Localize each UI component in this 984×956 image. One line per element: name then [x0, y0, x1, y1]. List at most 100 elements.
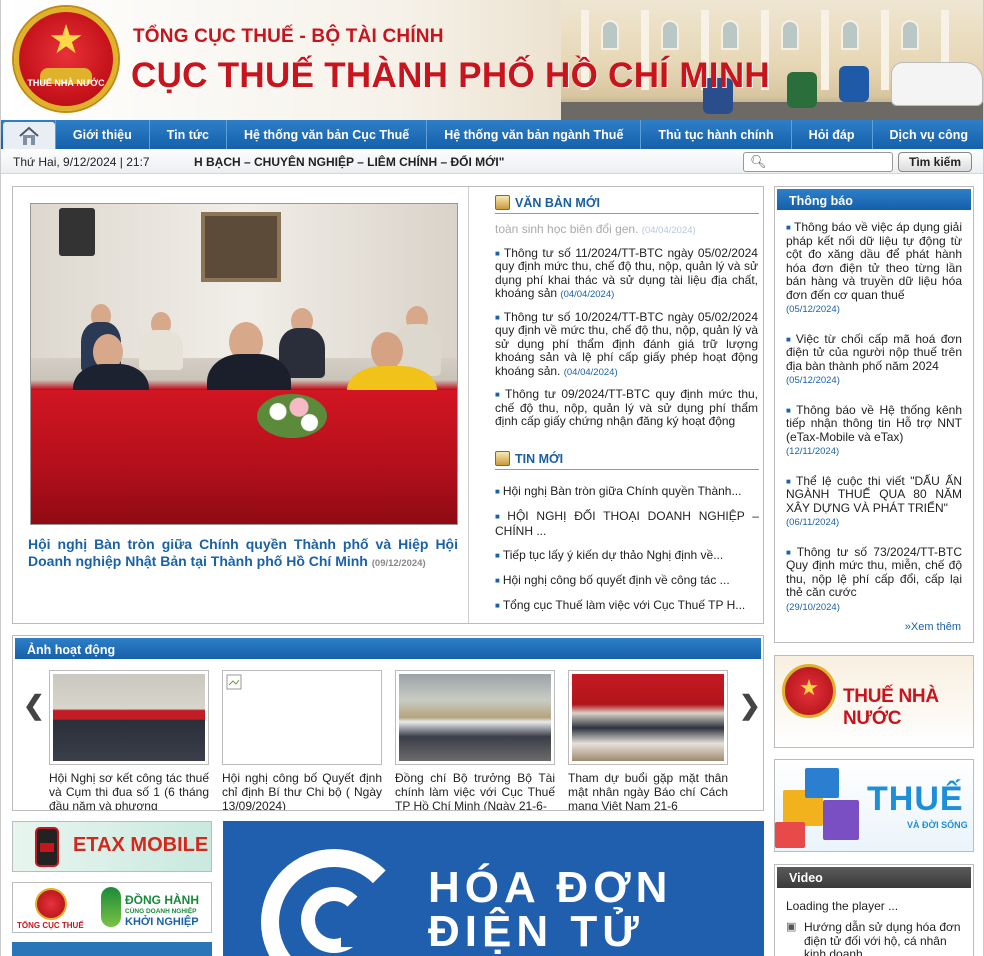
partial-banner[interactable] [12, 942, 212, 956]
gallery-thumbnail[interactable] [568, 670, 728, 765]
tax-emblem-icon: ★ [782, 664, 836, 718]
hoa-don-dien-tu-banner[interactable]: HÓA ĐƠN ĐIỆN TỬ [223, 821, 764, 956]
xem-them-link[interactable]: »Xem thêm [905, 621, 961, 633]
news-item-text[interactable]: HỘI NGHỊ ĐỐI THOẠI DOANH NGHIỆP – CHÍNH … [495, 509, 759, 538]
nav-tin-tuc[interactable]: Tin tức [148, 120, 226, 149]
notice-item[interactable]: ■ Thông báo về việc áp dụng giải pháp kết… [786, 220, 962, 317]
dong-hanh-banner[interactable]: TỔNG CỤC THUẾ ĐỒNG HÀNH CÙNG DOANH NGHIỆ… [12, 882, 212, 933]
gallery-item[interactable]: Hội nghị công bố Quyết định chỉ định Bí … [222, 670, 382, 810]
nav-hoi-dap[interactable]: Hỏi đáp [790, 120, 872, 149]
header-title: CỤC THUẾ THÀNH PHỐ HỒ CHÍ MINH [131, 56, 770, 95]
bullet-icon: ■ [495, 601, 500, 610]
video-box: Video Loading the player ... ▣ Hướng dẫn… [774, 864, 974, 956]
news-item-text[interactable]: Tổng cục Thuế làm việc với Cục Thuế TP H… [503, 598, 745, 612]
doc-item[interactable]: ■ Thông tư 09/2024/TT-BTC quy định mức th… [495, 387, 758, 430]
bullet-icon: ■ [495, 576, 500, 585]
thong-bao-title: Thông báo [777, 189, 971, 210]
gallery-caption[interactable]: Tham dự buổi gặp mặt thân mật nhân ngày … [568, 771, 728, 810]
gallery-caption[interactable]: Đồng chí Bộ trưởng Bộ Tài chính làm việc… [395, 771, 555, 810]
doc-text[interactable]: Thông tư 09/2024/TT-BTC quy định mức thu… [495, 387, 758, 428]
thong-bao-list: ■ Thông báo về việc áp dụng giải pháp kết… [786, 220, 962, 630]
nav-gioi-thieu[interactable]: Giới thiệu [54, 120, 149, 149]
search-input[interactable] [766, 154, 890, 170]
notice-date: (05/12/2024) [786, 304, 840, 315]
news-item-text[interactable]: Tiếp tục lấy ý kiến dự thảo Nghị định về… [503, 548, 723, 562]
nav-dich-vu-cong[interactable]: Dịch vụ công [871, 120, 983, 149]
notice-item[interactable]: ■ Việc từ chối cấp mã hoá đơn điện tử của… [786, 332, 962, 388]
dh-caption: TỔNG CỤC THUẾ [17, 921, 84, 930]
ethue-subtext: VÀ ĐỜI SỐNG [907, 820, 968, 830]
gallery-thumbnail[interactable] [222, 670, 382, 765]
video-item[interactable]: ▣ Hướng dẫn sử dụng hóa đơn điện tử đối … [786, 920, 966, 956]
news-item-text[interactable]: Hội nghị Bàn tròn giữa Chính quyền Thành… [503, 484, 742, 498]
doc-item[interactable]: ■ Thông tư số 11/2024/TT-BTC ngày 05/02/2… [495, 246, 758, 302]
doc-item-faded[interactable]: toàn sinh học biên đổi gen. (04/04/2024) [495, 223, 758, 238]
news-item[interactable]: ■ HỘI NGHỊ ĐỐI THOẠI DOANH NGHIỆP – CHÍNH… [495, 509, 759, 538]
news-item[interactable]: ■ Tiếp tục lấy ý kiến dự thảo Nghị định v… [495, 548, 759, 563]
dh-line2: CÙNG DOANH NGHIỆP [125, 908, 197, 915]
notice-item[interactable]: ■ Thông báo về Hệ thống kênh tiếp nhận th… [786, 403, 962, 459]
notice-item[interactable]: ■ Thể lệ cuộc thi viết "DẤU ẤN NGÀNH THUẾ… [786, 474, 962, 530]
featured-title[interactable]: Hội nghị Bàn tròn giữa Chính quyền Thành… [28, 536, 458, 572]
hoadon-line2: ĐIỆN TỬ [428, 907, 644, 956]
gallery-next-icon[interactable]: ❯ [739, 690, 761, 721]
dh-line1: ĐỒNG HÀNH [125, 893, 199, 907]
featured-news-box: Hội nghị Bàn tròn giữa Chính quyền Thành… [12, 186, 764, 624]
bullet-icon: ■ [786, 334, 793, 344]
bullet-icon: ■ [495, 512, 505, 521]
news-item-text[interactable]: Hội nghị công bố quyết định về công tác … [503, 573, 730, 587]
nav-van-ban-nganh-thue[interactable]: Hệ thống văn bản ngành Thuế [426, 120, 640, 149]
banner-thue-nha-nuoc-text: THUẾ NHÀ NƯỚC [843, 686, 939, 729]
gallery-caption[interactable]: Hội Nghị sơ kết công tác thuế và Cụm thi… [49, 771, 209, 810]
notice-text[interactable]: Thông báo về việc áp dụng giải pháp kết … [786, 220, 962, 302]
xem-them-label[interactable]: Xem thêm [911, 621, 961, 633]
gallery-item[interactable]: Đồng chí Bộ trưởng Bộ Tài chính làm việc… [395, 670, 555, 810]
emblem-text: THUẾ NHÀ NƯỚC [27, 78, 105, 88]
video-title: Video [777, 867, 971, 888]
video-loading: Loading the player ... [786, 899, 899, 913]
search-button[interactable]: Tìm kiếm [898, 152, 972, 172]
gallery-item[interactable]: Hội Nghị sơ kết công tác thuế và Cụm thi… [49, 670, 209, 810]
notice-item[interactable]: ■ Thông tư số 73/2024/TT-BTC Quy định mức… [786, 545, 962, 615]
gallery-item[interactable]: Tham dự buổi gặp mặt thân mật nhân ngày … [568, 670, 728, 810]
doc-item[interactable]: ■ Thông tư số 10/2024/TT-BTC ngày 05/02/2… [495, 310, 758, 380]
news-item[interactable]: ■ Tổng cục Thuế làm việc với Cục Thuế TP … [495, 598, 759, 613]
bullet-icon: ■ [495, 551, 500, 560]
nav-home[interactable] [3, 122, 55, 149]
bullet-icon: ■ [786, 547, 794, 557]
nav-van-ban-cuc-thue[interactable]: Hệ thống văn bản Cục Thuế [225, 120, 426, 149]
news-item[interactable]: ■ Hội nghị Bàn tròn giữa Chính quyền Thàn… [495, 484, 759, 499]
figure-icon [101, 887, 121, 927]
doc-text[interactable]: Thông tư số 11/2024/TT-BTC ngày 05/02/20… [495, 246, 758, 301]
bullet-icon: ■ [495, 487, 500, 496]
news-item[interactable]: ■ Hội nghị công bố quyết định về công tác… [495, 573, 759, 588]
dh-line3: KHỞI NGHIỆP [125, 916, 199, 928]
document-icon [495, 195, 510, 210]
doc-date: (04/04/2024) [641, 225, 696, 236]
featured-photo[interactable] [30, 203, 458, 525]
notice-text[interactable]: Thể lệ cuộc thi viết "DẤU ẤN NGÀNH THUẾ … [786, 474, 962, 515]
gallery-thumbnail[interactable] [49, 670, 209, 765]
doc-text[interactable]: Thông tư số 10/2024/TT-BTC ngày 05/02/20… [495, 310, 758, 378]
gallery-caption[interactable]: Hội nghị công bố Quyết định chỉ định Bí … [222, 771, 382, 810]
tin-moi-heading: TIN MỚI [495, 451, 759, 470]
etax-mobile-banner[interactable]: ETAX MOBILE [12, 821, 212, 872]
nav-thu-tuc-hanh-chinh[interactable]: Thủ tục hành chính [640, 120, 790, 149]
current-date: Thứ Hai, 9/12/2024 | 21:7 [13, 155, 150, 169]
bullet-icon: ■ [786, 223, 792, 232]
ethue-banner[interactable]: THUẾ VÀ ĐỜI SỐNG [774, 759, 974, 852]
notice-text[interactable]: Thông báo về Hệ thống kênh tiếp nhận thô… [786, 403, 962, 444]
gallery-prev-icon[interactable]: ❮ [23, 690, 45, 721]
notice-date: (12/11/2024) [786, 446, 840, 457]
notice-text[interactable]: Thông tư số 73/2024/TT-BTC Quy định mức … [786, 545, 962, 600]
notice-text[interactable]: Việc từ chối cấp mã hoá đơn điện tử của … [786, 332, 962, 373]
header-subtitle: TỔNG CỤC THUẾ - BỘ TÀI CHÍNH [133, 26, 444, 47]
broken-image-icon [226, 674, 242, 690]
doc-date: (04/04/2024) [563, 366, 618, 378]
doc-text[interactable]: toàn sinh học biên đổi gen. [495, 223, 638, 236]
gallery-thumbnail[interactable] [395, 670, 555, 765]
tax-emblem-logo[interactable]: ★ THUẾ NHÀ NƯỚC [14, 7, 118, 111]
video-item-text[interactable]: Hướng dẫn sử dụng hóa đơn điện tử đối vớ… [804, 920, 966, 956]
van-ban-moi-title: VĂN BẢN MỚI [515, 195, 600, 210]
thue-nha-nuoc-banner[interactable]: ★ THUẾ NHÀ NƯỚC [774, 655, 974, 748]
